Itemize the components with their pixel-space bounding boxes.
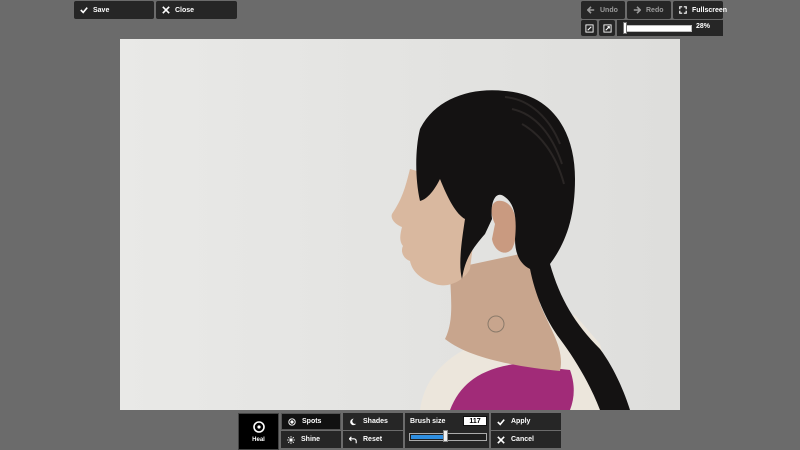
check-icon [80,7,88,14]
apply-button[interactable]: Apply [491,413,561,430]
reset-label: Reset [363,436,383,443]
zoom-out-icon [584,23,594,33]
close-icon [497,435,505,444]
arrow-right-icon [633,6,641,14]
arrow-left-icon [587,6,595,14]
undo-button[interactable]: Undo [581,1,625,19]
fullscreen-icon [679,6,687,14]
heal-label: Heal [252,436,265,443]
photo-canvas[interactable] [120,39,680,410]
check-icon [497,418,505,426]
close-label: Close [175,6,195,14]
shades-button[interactable]: Shades [343,413,403,430]
zoom-in-icon [602,23,612,33]
brush-size-thumb[interactable] [443,430,448,442]
fullscreen-button[interactable]: Fullscreen [673,1,727,19]
save-label: Save [93,6,110,14]
undo-label: Undo [600,6,618,14]
close-icon [162,6,170,14]
brush-size-label: Brush size [410,418,446,425]
shades-label: Shades [363,418,388,425]
fullscreen-label: Fullscreen [692,6,728,14]
shine-label: Shine [301,436,321,443]
redo-button[interactable]: Redo [627,1,671,19]
shine-button[interactable]: Shine [281,431,341,448]
brush-size-fill [411,435,446,439]
cancel-button[interactable]: Cancel [491,431,561,448]
close-button[interactable]: Close [156,1,237,19]
zoom-out-button[interactable] [581,20,597,36]
cancel-label: Cancel [511,436,534,443]
reset-icon [349,435,357,443]
zoom-readout: 28% [696,23,711,30]
spots-button[interactable]: Spots [281,413,341,430]
heal-icon [252,420,265,433]
radio-selected-icon [288,417,296,426]
sun-icon [287,435,295,444]
portrait-image [120,39,680,410]
apply-label: Apply [511,418,531,425]
save-button[interactable]: Save [74,1,154,19]
brush-size-panel: Brush size 117 [405,413,489,448]
zoom-in-button[interactable] [599,20,615,36]
heal-tool-button[interactable]: Heal [238,413,279,450]
zoom-slider-thumb[interactable] [623,22,627,34]
zoom-slider[interactable] [624,25,692,32]
brush-size-slider[interactable] [409,433,487,441]
brush-size-input[interactable]: 117 [463,416,487,426]
reset-button[interactable]: Reset [343,431,403,448]
redo-label: Redo [646,6,664,14]
moon-icon [350,418,357,425]
spots-label: Spots [302,418,322,425]
